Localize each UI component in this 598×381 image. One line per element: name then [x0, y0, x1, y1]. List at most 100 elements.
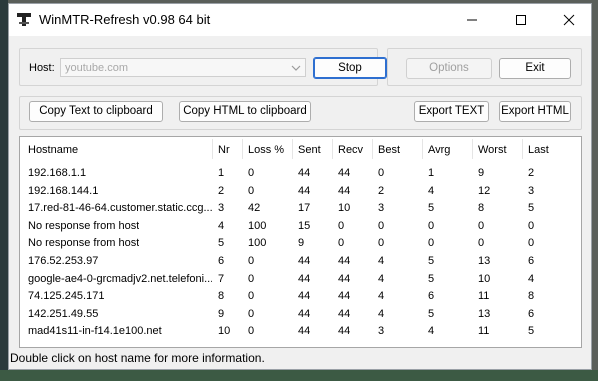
value-cell: 15 [298, 219, 311, 232]
maximize-button[interactable] [498, 4, 544, 36]
value-cell: 7 [218, 272, 225, 285]
winmtr-window: WinMTR-Refresh v0.98 64 bit Host: youtub… [8, 3, 592, 370]
value-cell: 0 [248, 290, 255, 303]
table-row[interactable]: 192.168.144.1 2 0 44 44 2 4 12 3 [20, 183, 581, 200]
trace-results-list[interactable]: Hostname Nr Loss % Sent Recv Best Avrg Worst Las… [19, 136, 582, 348]
value-cell: 1 [428, 167, 435, 179]
value-cell: 4 [378, 255, 385, 267]
value-cell: 44 [298, 255, 311, 267]
title-bar[interactable]: WinMTR-Refresh v0.98 64 bit [9, 4, 591, 36]
column-separator[interactable] [422, 139, 423, 159]
value-cell: 0 [248, 272, 255, 285]
value-cell: 100 [248, 219, 267, 232]
value-cell: 44 [338, 184, 351, 197]
value-cell: 10 [478, 272, 491, 285]
close-icon [563, 14, 575, 26]
table-row[interactable]: 17.red-81-46-64.customer.static.ccg... 3 4… [20, 200, 581, 217]
value-cell: 4 [528, 272, 535, 285]
value-cell: 3 [528, 184, 535, 197]
copy-text-button[interactable]: Copy Text to clipboard [29, 101, 163, 122]
value-cell: 0 [248, 307, 255, 320]
value-cell: 5 [528, 202, 535, 215]
host-combobox[interactable]: youtube.com [60, 58, 306, 77]
value-cell: 4 [378, 290, 385, 303]
column-separator[interactable] [212, 139, 213, 159]
value-cell: 44 [338, 307, 351, 320]
value-cell: 0 [338, 219, 345, 232]
value-cell: 0 [248, 255, 255, 267]
value-cell: 2 [218, 184, 225, 197]
value-cell: 4 [378, 307, 385, 320]
table-row[interactable]: 142.251.49.55 9 0 44 44 4 5 13 6 [20, 306, 581, 323]
table-row[interactable]: mad41s11-in-f14.1e100.net 10 0 44 44 3 4 11 5 [20, 323, 581, 340]
minimize-icon [467, 19, 477, 21]
column-separator[interactable] [242, 139, 243, 159]
value-cell: 4 [428, 325, 435, 338]
export-html-button[interactable]: Export HTML [499, 101, 571, 122]
hostname-cell: 74.125.245.171 [28, 290, 105, 303]
column-separator[interactable] [472, 139, 473, 159]
hostname-cell: google-ae4-0-grcmadjv2.net.telefoni... [28, 272, 212, 285]
column-header-recv[interactable]: Recv [338, 144, 363, 156]
value-cell: 5 [428, 307, 435, 320]
value-cell: 44 [338, 325, 351, 338]
value-cell: 0 [378, 167, 385, 179]
column-header-avrg[interactable]: Avrg [428, 144, 450, 156]
window-title: WinMTR-Refresh v0.98 64 bit [39, 12, 211, 27]
value-cell: 44 [338, 290, 351, 303]
table-row[interactable]: No response from host 4 100 15 0 0 0 0 0 [20, 218, 581, 235]
value-cell: 2 [528, 167, 535, 179]
value-cell: 6 [528, 255, 535, 267]
column-separator[interactable] [292, 139, 293, 159]
minimize-button[interactable] [449, 4, 495, 36]
value-cell: 3 [218, 202, 225, 215]
value-cell: 1 [218, 167, 225, 179]
copy-html-button[interactable]: Copy HTML to clipboard [179, 101, 311, 122]
value-cell: 9 [218, 307, 225, 320]
value-cell: 5 [218, 237, 225, 250]
value-cell: 44 [338, 272, 351, 285]
value-cell: 42 [248, 202, 261, 215]
hostname-cell: 192.168.144.1 [28, 184, 99, 197]
value-cell: 8 [528, 290, 535, 303]
column-header-last[interactable]: Last [528, 144, 549, 156]
table-row[interactable]: google-ae4-0-grcmadjv2.net.telefoni... 7 0… [20, 271, 581, 288]
value-cell: 0 [428, 219, 435, 232]
column-separator[interactable] [522, 139, 523, 159]
value-cell: 11 [478, 290, 490, 303]
hostname-cell: No response from host [28, 237, 140, 250]
maximize-icon [516, 15, 526, 25]
desktop-taskbar-strip [0, 370, 598, 381]
table-row[interactable]: No response from host 5 100 9 0 0 0 0 0 [20, 235, 581, 252]
value-cell: 0 [478, 237, 485, 250]
exit-button[interactable]: Exit [499, 58, 571, 79]
value-cell: 4 [378, 272, 385, 285]
value-cell: 44 [298, 167, 311, 179]
value-cell: 11 [478, 325, 490, 338]
value-cell: 4 [218, 219, 225, 232]
status-text: Double click on host name for more infor… [10, 351, 265, 365]
value-cell: 44 [298, 325, 311, 338]
options-button[interactable]: Options [406, 58, 492, 79]
column-separator[interactable] [332, 139, 333, 159]
table-row[interactable]: 74.125.245.171 8 0 44 44 4 6 11 8 [20, 288, 581, 305]
column-header-best[interactable]: Best [378, 144, 400, 156]
column-header-sent[interactable]: Sent [298, 144, 321, 156]
close-button[interactable] [546, 4, 592, 36]
column-separator[interactable] [372, 139, 373, 159]
value-cell: 5 [428, 255, 435, 267]
column-header-worst[interactable]: Worst [478, 144, 507, 156]
value-cell: 0 [428, 237, 435, 250]
network-tool-icon [17, 13, 31, 26]
table-row[interactable]: 176.52.253.97 6 0 44 44 4 5 13 6 [20, 253, 581, 270]
value-cell: 2 [378, 184, 385, 197]
table-row[interactable]: 192.168.1.1 1 0 44 44 0 1 9 2 [20, 165, 581, 182]
column-header-loss[interactable]: Loss % [248, 144, 284, 156]
export-text-button[interactable]: Export TEXT [414, 101, 489, 122]
column-header-nr[interactable]: Nr [218, 144, 230, 156]
value-cell: 0 [248, 325, 255, 338]
column-header-hostname[interactable]: Hostname [28, 144, 78, 156]
chevron-down-icon[interactable] [289, 61, 303, 74]
value-cell: 0 [248, 167, 255, 179]
stop-button[interactable]: Stop [313, 57, 387, 79]
